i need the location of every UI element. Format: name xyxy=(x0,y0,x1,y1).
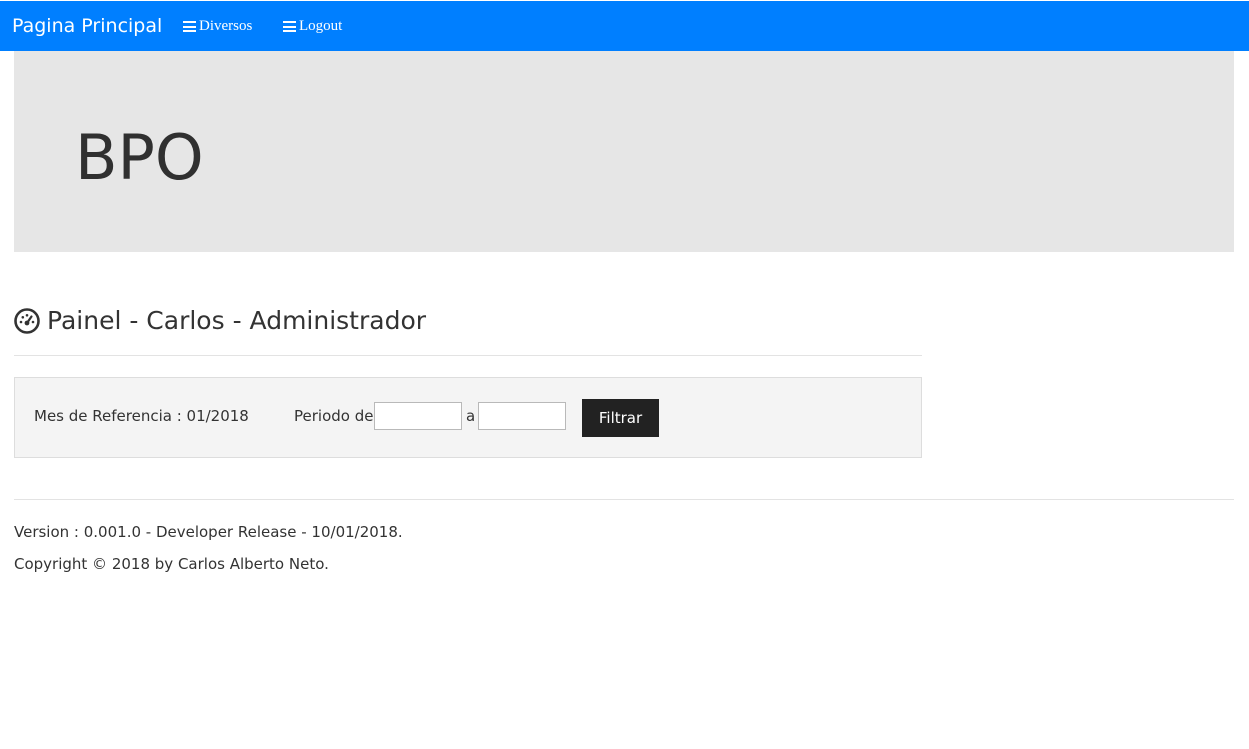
jumbotron: BPO xyxy=(14,51,1234,252)
jumbotron-title: BPO xyxy=(75,121,204,194)
page-heading: Painel - Carlos - Administrador xyxy=(14,304,426,338)
nav-item-label: Diversos xyxy=(199,18,253,34)
filter-panel: Mes de Referencia : 01/2018 Periodo de a… xyxy=(14,377,922,458)
bars-icon xyxy=(283,21,296,32)
date-from-input[interactable] xyxy=(374,402,462,430)
dashboard-icon xyxy=(14,308,40,334)
periodo-label: Periodo de xyxy=(294,407,374,425)
page-title: Painel - Carlos - Administrador xyxy=(47,306,427,335)
nav-item-label: Logout xyxy=(299,18,343,34)
divider xyxy=(14,355,922,356)
separator-label: a xyxy=(466,407,476,425)
nav-item-diversos[interactable]: Diversos xyxy=(183,18,252,35)
filter-button[interactable]: Filtrar xyxy=(582,399,659,437)
date-to-input[interactable] xyxy=(478,402,566,430)
brand-link[interactable]: Pagina Principal xyxy=(12,15,162,37)
bars-icon xyxy=(183,21,196,32)
copyright-text: Copyright © 2018 by Carlos Alberto Neto. xyxy=(14,555,329,573)
reference-month-label: Mes de Referencia : 01/2018 xyxy=(34,407,249,425)
version-text: Version : 0.001.0 - Developer Release - … xyxy=(14,523,403,541)
nav-item-logout[interactable]: Logout xyxy=(283,18,342,35)
footer-divider xyxy=(14,499,1234,500)
top-navbar: Pagina Principal Diversos Logout xyxy=(0,1,1249,51)
